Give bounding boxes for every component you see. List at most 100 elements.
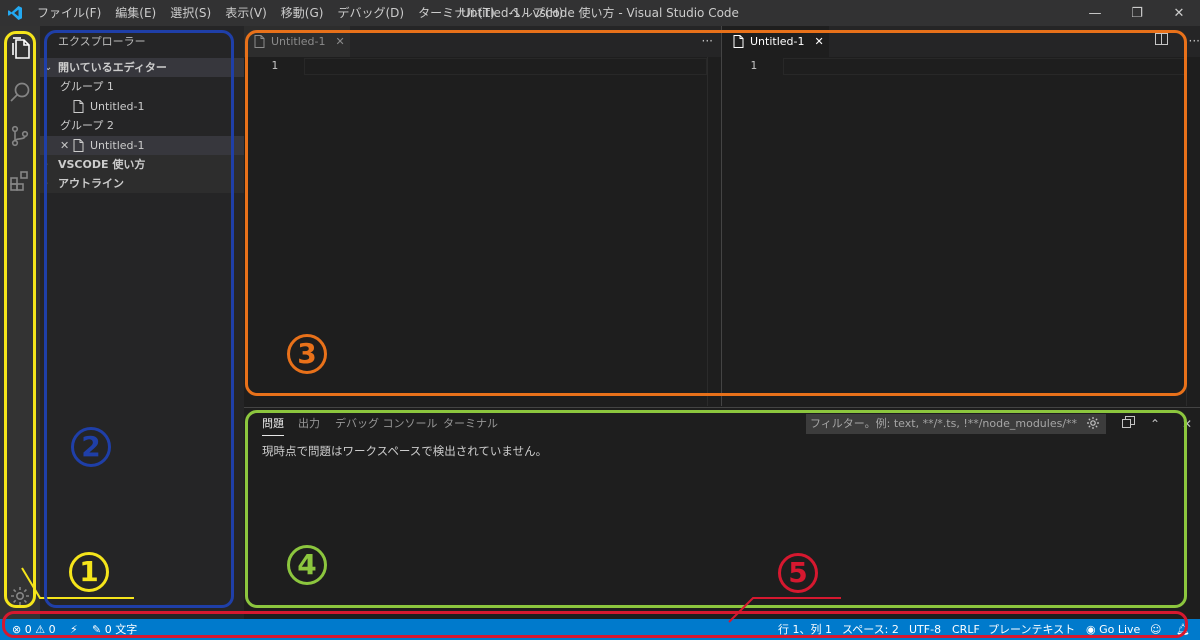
close-icon[interactable]: ✕	[335, 35, 344, 48]
close-icon[interactable]: ✕	[814, 35, 823, 48]
tab-terminal[interactable]: ターミナル	[443, 408, 498, 440]
close-window-button[interactable]: ✕	[1158, 0, 1200, 26]
encoding-status[interactable]: UTF-8	[909, 619, 941, 640]
tab-problems[interactable]: 問題	[262, 408, 284, 440]
tab-untitled-left[interactable]: Untitled-1 ✕	[244, 26, 350, 57]
more-actions-icon[interactable]: ···	[1189, 26, 1200, 57]
go-live-status[interactable]: ◉ Go Live	[1086, 619, 1140, 640]
tab-strip: Untitled-1 ✕ ···	[723, 26, 1200, 57]
scrollbar[interactable]	[707, 57, 721, 406]
split-editor-icon[interactable]	[1155, 26, 1168, 57]
group-1-label: グループ 1	[60, 80, 114, 93]
group-1-file-item[interactable]: Untitled-1	[40, 97, 244, 117]
files-icon[interactable]	[0, 26, 40, 70]
menu-help[interactable]: ヘルプ(H)	[502, 0, 570, 26]
warning-count: 0	[48, 623, 56, 636]
indentation-status[interactable]: スペース: 2	[842, 619, 899, 640]
tab-strip: Untitled-1 ✕ ···	[244, 26, 721, 57]
broadcast-icon: ◉	[1086, 623, 1096, 636]
sidebar-title: エクスプローラー	[58, 35, 146, 48]
group-2-file-item[interactable]: ✕ Untitled-1	[40, 135, 244, 156]
restore-button[interactable]: ❐	[1116, 0, 1158, 26]
file-icon	[733, 35, 744, 48]
window-controls: — ❐ ✕	[1074, 0, 1200, 26]
menu-terminal[interactable]: ターミナル(T)	[411, 0, 502, 26]
menu-go[interactable]: 移動(G)	[274, 0, 331, 26]
explorer-sidebar: エクスプローラー ⌄ 開いているエディター グループ 1 Untitled-1 …	[40, 26, 244, 619]
tab-debug-console[interactable]: デバッグ コンソール	[335, 408, 438, 440]
warning-icon: ⚠	[35, 623, 46, 636]
group-1-item[interactable]: グループ 1	[40, 77, 244, 97]
vscode-logo-icon	[0, 0, 30, 26]
source-control-icon[interactable]	[0, 114, 40, 158]
annotation-label-4: 4	[297, 548, 317, 581]
go-live-label: Go Live	[1099, 623, 1141, 636]
menu-file[interactable]: ファイル(F)	[30, 0, 108, 26]
more-actions-icon[interactable]: ···	[702, 26, 713, 57]
menu-debug[interactable]: デバッグ(D)	[330, 0, 411, 26]
problems-message: 現時点で問題はワークスペースで検出されていません。	[262, 444, 548, 458]
extensions-icon[interactable]	[0, 158, 40, 202]
filter-settings-icon[interactable]	[1086, 416, 1100, 437]
close-icon[interactable]: ✕	[60, 136, 69, 156]
outline-label: アウトライン	[58, 177, 124, 190]
annotation-label-2: 2	[81, 430, 101, 463]
tab-output[interactable]: 出力	[298, 408, 320, 440]
status-bar: ⊗ 0 ⚠ 0 ⚡ ✎ 0 文字 行 1、列 1 スペース: 2 UTF-8 C…	[0, 619, 1200, 640]
panel-tabs: 問題 出力 デバッグ コンソール ターミナル フィルター。例: text, **…	[244, 408, 1200, 440]
collapse-all-icon[interactable]	[1122, 408, 1135, 440]
editor-group-right: Untitled-1 ✕ ··· 1	[723, 26, 1200, 406]
close-icon[interactable]: ✕	[1182, 408, 1192, 440]
word-count-status[interactable]: ✎ 0 文字	[92, 619, 137, 640]
open-editors-label: 開いているエディター	[58, 61, 167, 74]
menu-selection[interactable]: 選択(S)	[163, 0, 218, 26]
title-bar: ファイル(F) 編集(E) 選択(S) 表示(V) 移動(G) デバッグ(D) …	[0, 0, 1200, 26]
workspace-section-header[interactable]: › VSCODE 使い方	[40, 155, 244, 174]
pencil-icon: ✎	[92, 623, 102, 636]
annotation-pointer-5	[728, 597, 841, 623]
notifications-bell-icon[interactable]: 🔔︎	[1176, 619, 1190, 640]
line-number: 1	[750, 59, 757, 72]
tab-label: Untitled-1	[750, 35, 805, 48]
error-icon: ⊗	[12, 623, 22, 636]
group-1-file-label: Untitled-1	[90, 99, 145, 113]
eol-status[interactable]: CRLF	[952, 619, 980, 640]
group-2-file-label: Untitled-1	[90, 138, 145, 152]
lightning-icon[interactable]: ⚡	[70, 619, 78, 640]
problems-status[interactable]: ⊗ 0 ⚠ 0	[12, 619, 56, 640]
language-status[interactable]: プレーンテキスト	[988, 619, 1075, 640]
group-2-item[interactable]: グループ 2	[40, 116, 244, 136]
error-count: 0	[24, 623, 32, 636]
annotation-label-1: 1	[79, 555, 99, 588]
chevron-right-icon: ›	[44, 178, 48, 189]
activity-bar	[0, 26, 40, 619]
annotation-label-3: 3	[297, 337, 317, 370]
feedback-smiley-icon[interactable]: ☺	[1150, 619, 1161, 640]
chevron-up-icon[interactable]: ⌃	[1150, 408, 1160, 440]
chevron-right-icon: ›	[44, 159, 48, 170]
word-count-label: 0 文字	[104, 623, 138, 636]
current-line-highlight[interactable]	[783, 58, 1186, 75]
minimize-button[interactable]: —	[1074, 0, 1116, 26]
problems-filter-input[interactable]: フィルター。例: text, **/*.ts, !**/node_modules…	[806, 414, 1106, 434]
menu-bar: ファイル(F) 編集(E) 選択(S) 表示(V) 移動(G) デバッグ(D) …	[30, 0, 570, 26]
search-icon[interactable]	[0, 70, 40, 114]
bottom-panel: 問題 出力 デバッグ コンソール ターミナル フィルター。例: text, **…	[244, 407, 1200, 619]
file-icon	[254, 35, 265, 48]
annotation-label-5: 5	[788, 556, 808, 589]
menu-edit[interactable]: 編集(E)	[108, 0, 163, 26]
chevron-down-icon: ⌄	[44, 62, 53, 73]
line-gutter: 1	[244, 57, 304, 77]
tab-label: Untitled-1	[271, 35, 326, 48]
group-2-label: グループ 2	[60, 119, 114, 132]
filter-placeholder: フィルター。例: text, **/*.ts, !**/node_modules…	[810, 417, 1078, 430]
line-gutter: 1	[723, 57, 783, 77]
current-line-highlight[interactable]	[304, 58, 707, 75]
outline-section-header[interactable]: › アウトライン	[40, 174, 244, 193]
scrollbar[interactable]	[1186, 57, 1200, 406]
open-editors-header[interactable]: ⌄ 開いているエディター	[40, 58, 244, 77]
menu-view[interactable]: 表示(V)	[218, 0, 274, 26]
line-number: 1	[271, 59, 278, 72]
tab-untitled-right[interactable]: Untitled-1 ✕	[723, 26, 829, 57]
workspace-label: VSCODE 使い方	[58, 158, 146, 171]
